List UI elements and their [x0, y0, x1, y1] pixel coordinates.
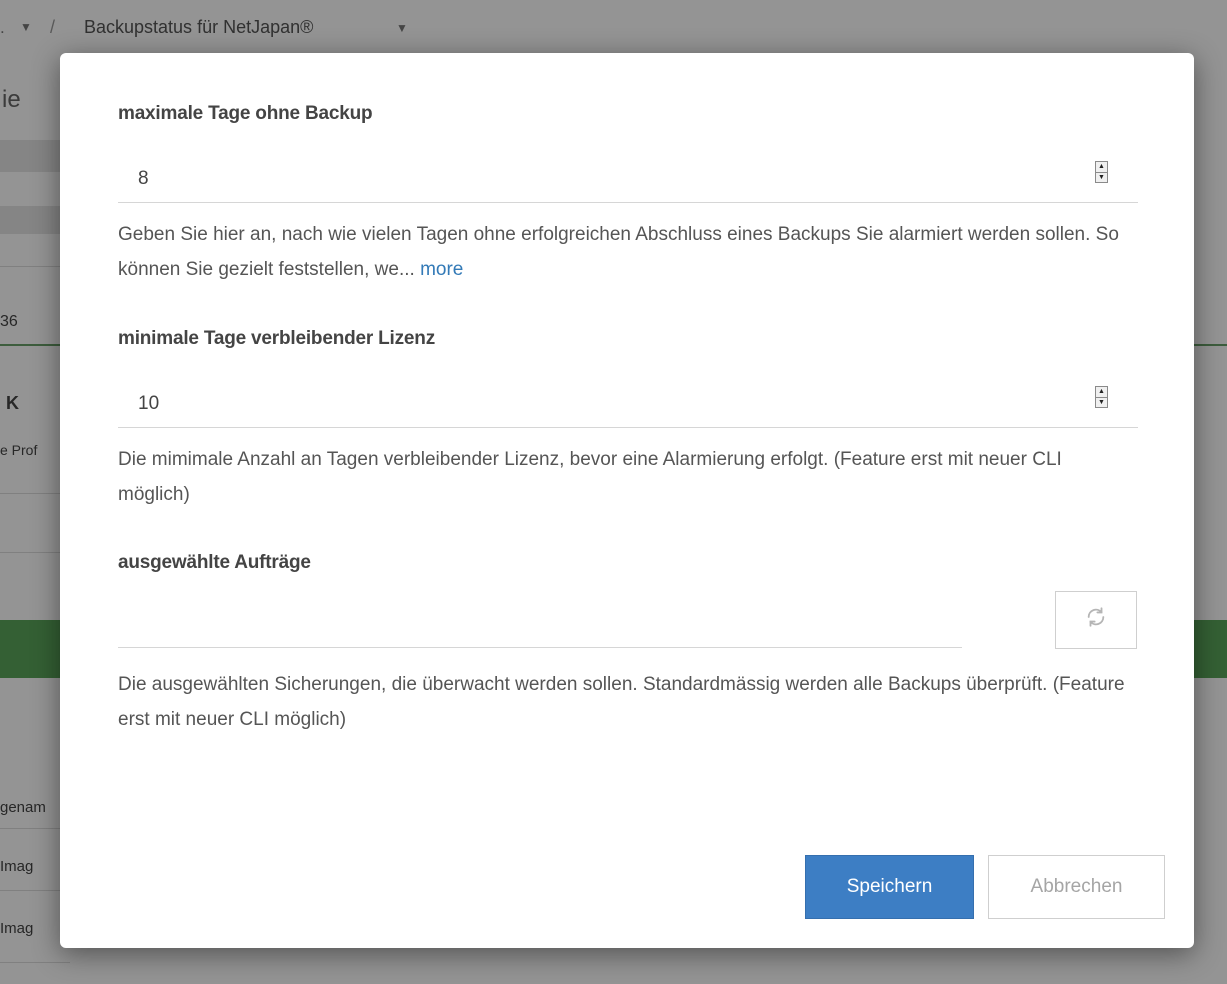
spinner-down-icon[interactable]: ▼ — [1096, 171, 1107, 183]
min-license-days-input[interactable] — [118, 380, 1138, 428]
max-days-stepper[interactable]: ▲ ▼ — [1095, 161, 1108, 183]
max-days-label: maximale Tage ohne Backup — [118, 103, 373, 124]
selected-jobs-label: ausgewählte Aufträge — [118, 552, 311, 573]
spinner-up-icon[interactable]: ▲ — [1096, 162, 1107, 172]
min-license-days-label: minimale Tage verbleibender Lizenz — [118, 328, 435, 349]
selected-jobs-help: Die ausgewählten Sicherungen, die überwa… — [118, 674, 1125, 730]
refresh-button[interactable] — [1055, 591, 1137, 649]
selected-jobs-input[interactable] — [118, 620, 962, 648]
cancel-button[interactable]: Abbrechen — [988, 855, 1165, 919]
min-license-days-stepper[interactable]: ▲ ▼ — [1095, 386, 1108, 408]
max-days-help: Geben Sie hier an, nach wie vielen Tagen… — [118, 217, 1128, 287]
save-button[interactable]: Speichern — [805, 855, 974, 919]
spinner-up-icon[interactable]: ▲ — [1096, 387, 1107, 397]
settings-modal: maximale Tage ohne Backup ▲ ▼ Geben Sie … — [60, 53, 1194, 948]
max-days-help-text: Geben Sie hier an, nach wie vielen Tagen… — [118, 224, 1119, 280]
more-link[interactable]: more — [420, 259, 463, 280]
min-license-days-help: Die mimimale Anzahl an Tagen verbleibend… — [118, 449, 1062, 505]
spinner-down-icon[interactable]: ▼ — [1096, 396, 1107, 408]
max-days-input[interactable] — [118, 155, 1138, 203]
refresh-icon — [1085, 606, 1107, 635]
